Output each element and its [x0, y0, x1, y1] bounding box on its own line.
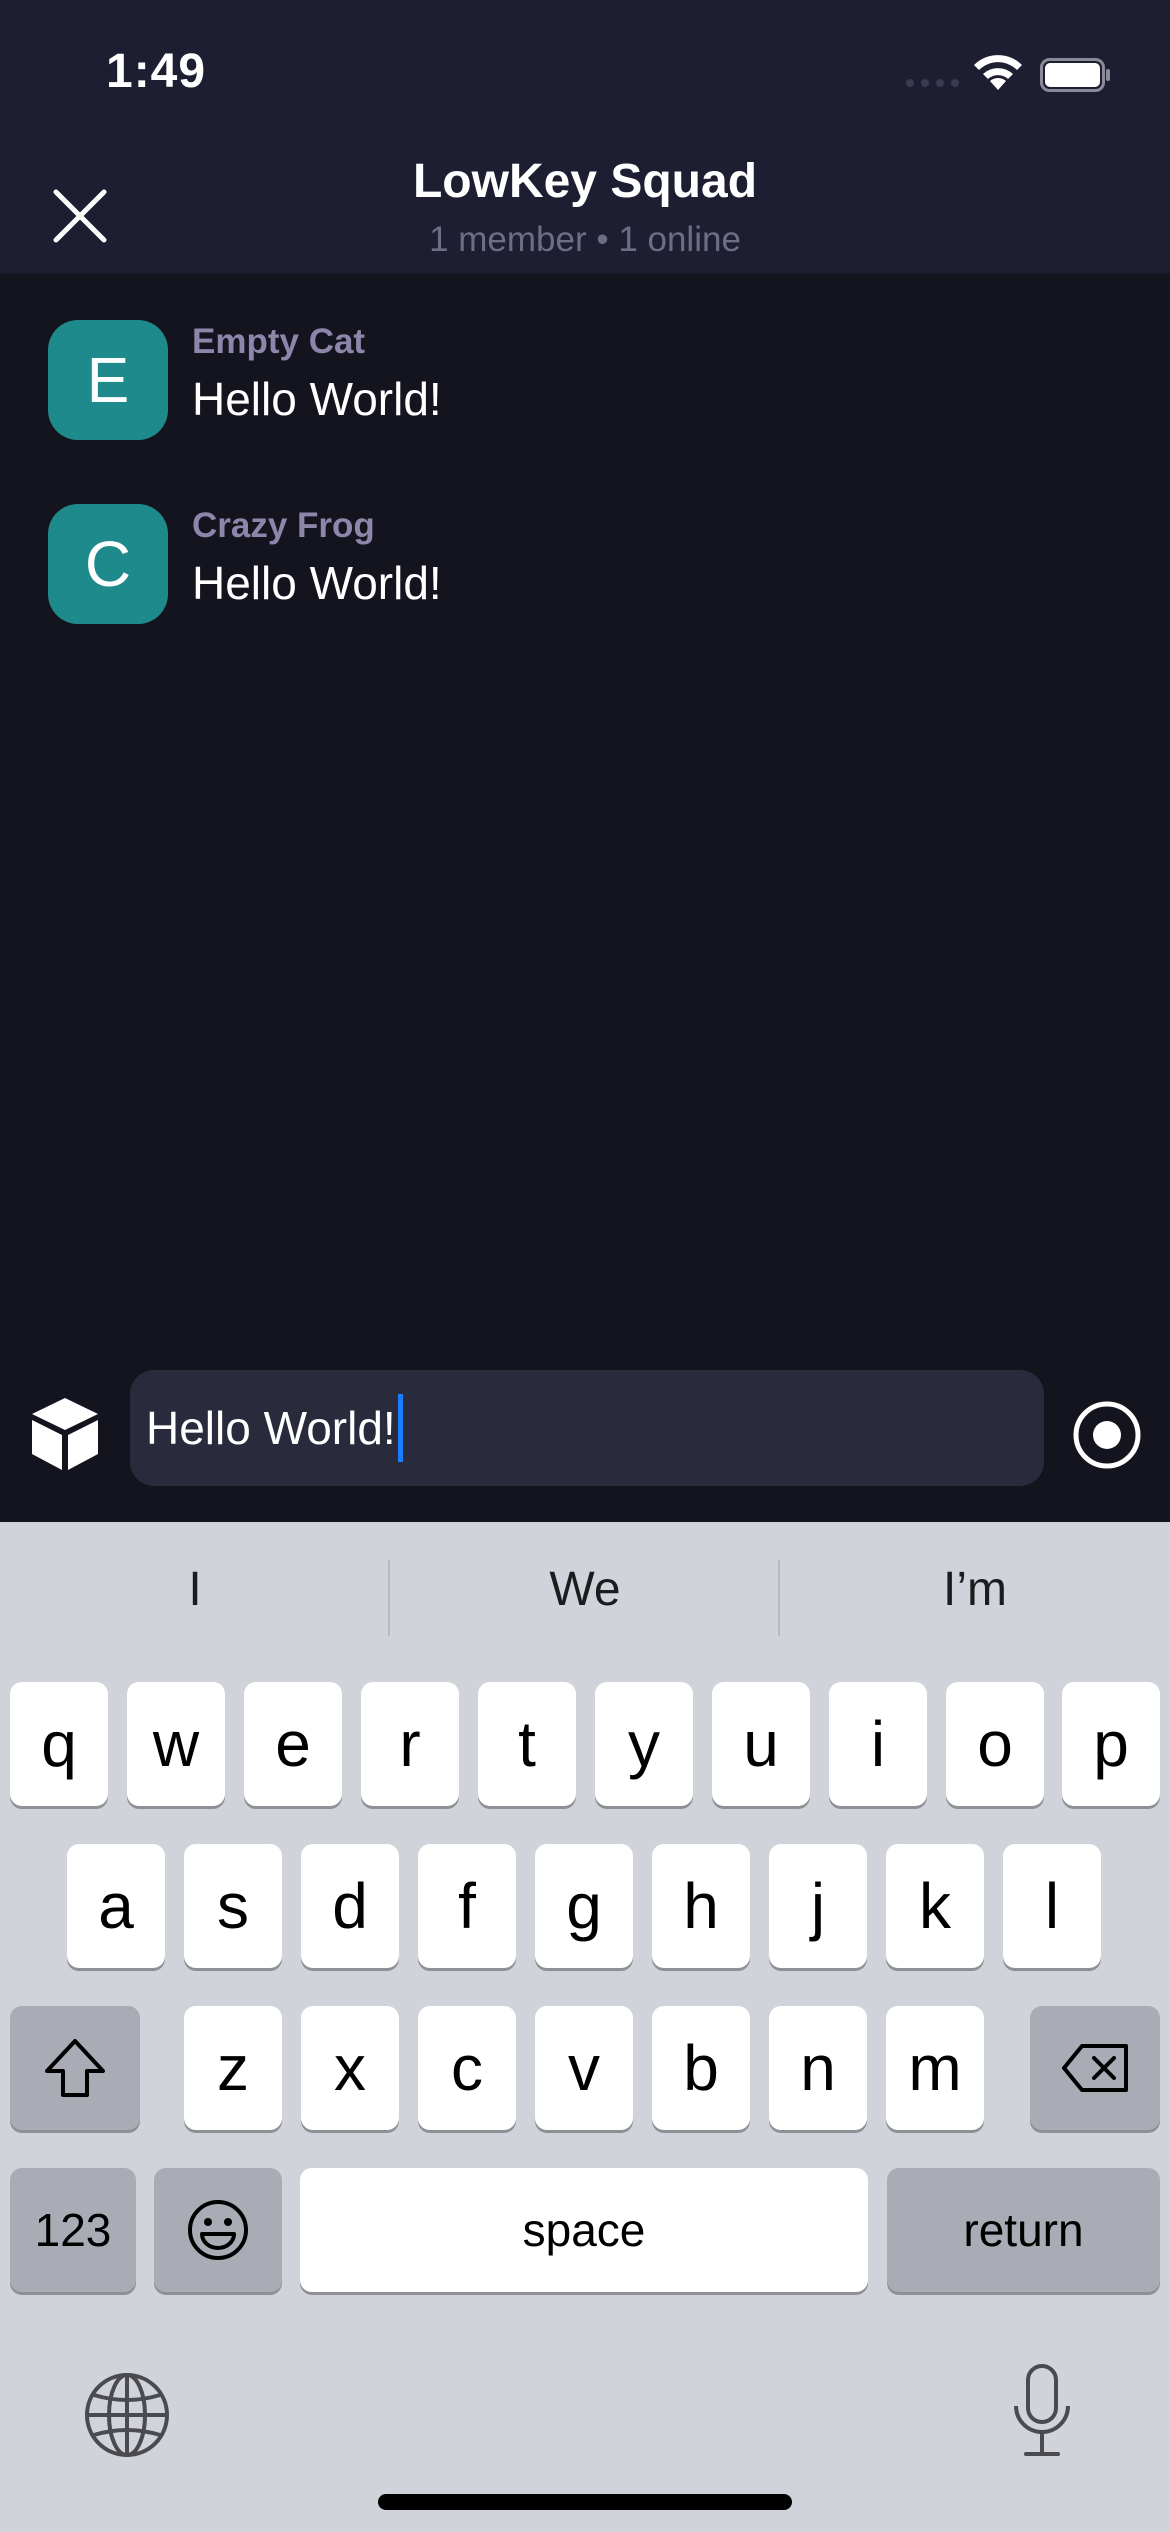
suggestion-item[interactable]: We: [390, 1562, 780, 1617]
message-text: Hello World!: [192, 557, 442, 609]
key-n[interactable]: n: [769, 2006, 867, 2130]
key-v[interactable]: v: [535, 2006, 633, 2130]
key-h[interactable]: h: [652, 1844, 750, 1968]
key-i[interactable]: i: [829, 1682, 927, 1806]
space-key[interactable]: space: [300, 2168, 868, 2292]
message-item: E Empty Cat Hello World!: [48, 320, 1128, 440]
chat-subtitle: 1 member • 1 online: [429, 220, 741, 259]
chat-header: LowKey Squad 1 member • 1 online: [0, 140, 1170, 274]
status-bar: 1:49: [0, 0, 1170, 140]
keyboard: I We I’m q w e r t y u i o p a s d f g h…: [0, 1522, 1170, 2532]
message-input[interactable]: Hello World!: [130, 1370, 1044, 1486]
suggestion-item[interactable]: I’m: [780, 1562, 1170, 1617]
suggestion-bar: I We I’m: [0, 1522, 1170, 1672]
message-text: Hello World!: [192, 373, 442, 425]
emoji-key[interactable]: [154, 2168, 282, 2292]
message-sender: Empty Cat: [192, 322, 366, 361]
key-p[interactable]: p: [1062, 1682, 1160, 1806]
key-k[interactable]: k: [886, 1844, 984, 1968]
key-f[interactable]: f: [418, 1844, 516, 1968]
return-key[interactable]: return: [887, 2168, 1160, 2292]
emoji-icon: [188, 2200, 248, 2260]
key-r[interactable]: r: [361, 1682, 459, 1806]
home-indicator[interactable]: [378, 2494, 792, 2510]
message-composer: Hello World!: [0, 1370, 1170, 1522]
key-q[interactable]: q: [10, 1682, 108, 1806]
backspace-icon: [1062, 2044, 1128, 2092]
message-input-value: Hello World!: [146, 1402, 396, 1454]
message-item: C Crazy Frog Hello World!: [48, 504, 1128, 624]
key-b[interactable]: b: [652, 2006, 750, 2130]
globe-icon[interactable]: [82, 2370, 172, 2460]
key-z[interactable]: z: [184, 2006, 282, 2130]
key-u[interactable]: u: [712, 1682, 810, 1806]
cube-icon[interactable]: [28, 1394, 102, 1474]
shift-icon: [45, 2039, 105, 2097]
message-sender: Crazy Frog: [192, 506, 375, 545]
suggestion-item[interactable]: I: [0, 1562, 390, 1617]
key-e[interactable]: e: [244, 1682, 342, 1806]
key-o[interactable]: o: [946, 1682, 1044, 1806]
key-t[interactable]: t: [478, 1682, 576, 1806]
key-g[interactable]: g: [535, 1844, 633, 1968]
key-j[interactable]: j: [769, 1844, 867, 1968]
key-y[interactable]: y: [595, 1682, 693, 1806]
message-list[interactable]: E Empty Cat Hello World! C Crazy Frog He…: [0, 276, 1170, 1370]
battery-icon: [1040, 58, 1110, 92]
key-w[interactable]: w: [127, 1682, 225, 1806]
microphone-icon[interactable]: [1008, 2362, 1076, 2462]
wifi-icon: [974, 55, 1022, 90]
numbers-key[interactable]: 123: [10, 2168, 136, 2292]
status-time: 1:49: [106, 45, 207, 98]
key-x[interactable]: x: [301, 2006, 399, 2130]
text-caret: [397, 1394, 403, 1462]
avatar[interactable]: C: [48, 504, 168, 624]
key-s[interactable]: s: [184, 1844, 282, 1968]
shift-key[interactable]: [10, 2006, 140, 2130]
backspace-key[interactable]: [1030, 2006, 1160, 2130]
chat-title: LowKey Squad: [412, 155, 758, 208]
key-d[interactable]: d: [301, 1844, 399, 1968]
key-c[interactable]: c: [418, 2006, 516, 2130]
key-l[interactable]: l: [1003, 1844, 1101, 1968]
record-icon[interactable]: [1072, 1400, 1142, 1470]
cellular-signal-icon: [906, 79, 959, 87]
avatar[interactable]: E: [48, 320, 168, 440]
key-m[interactable]: m: [886, 2006, 984, 2130]
key-a[interactable]: a: [67, 1844, 165, 1968]
